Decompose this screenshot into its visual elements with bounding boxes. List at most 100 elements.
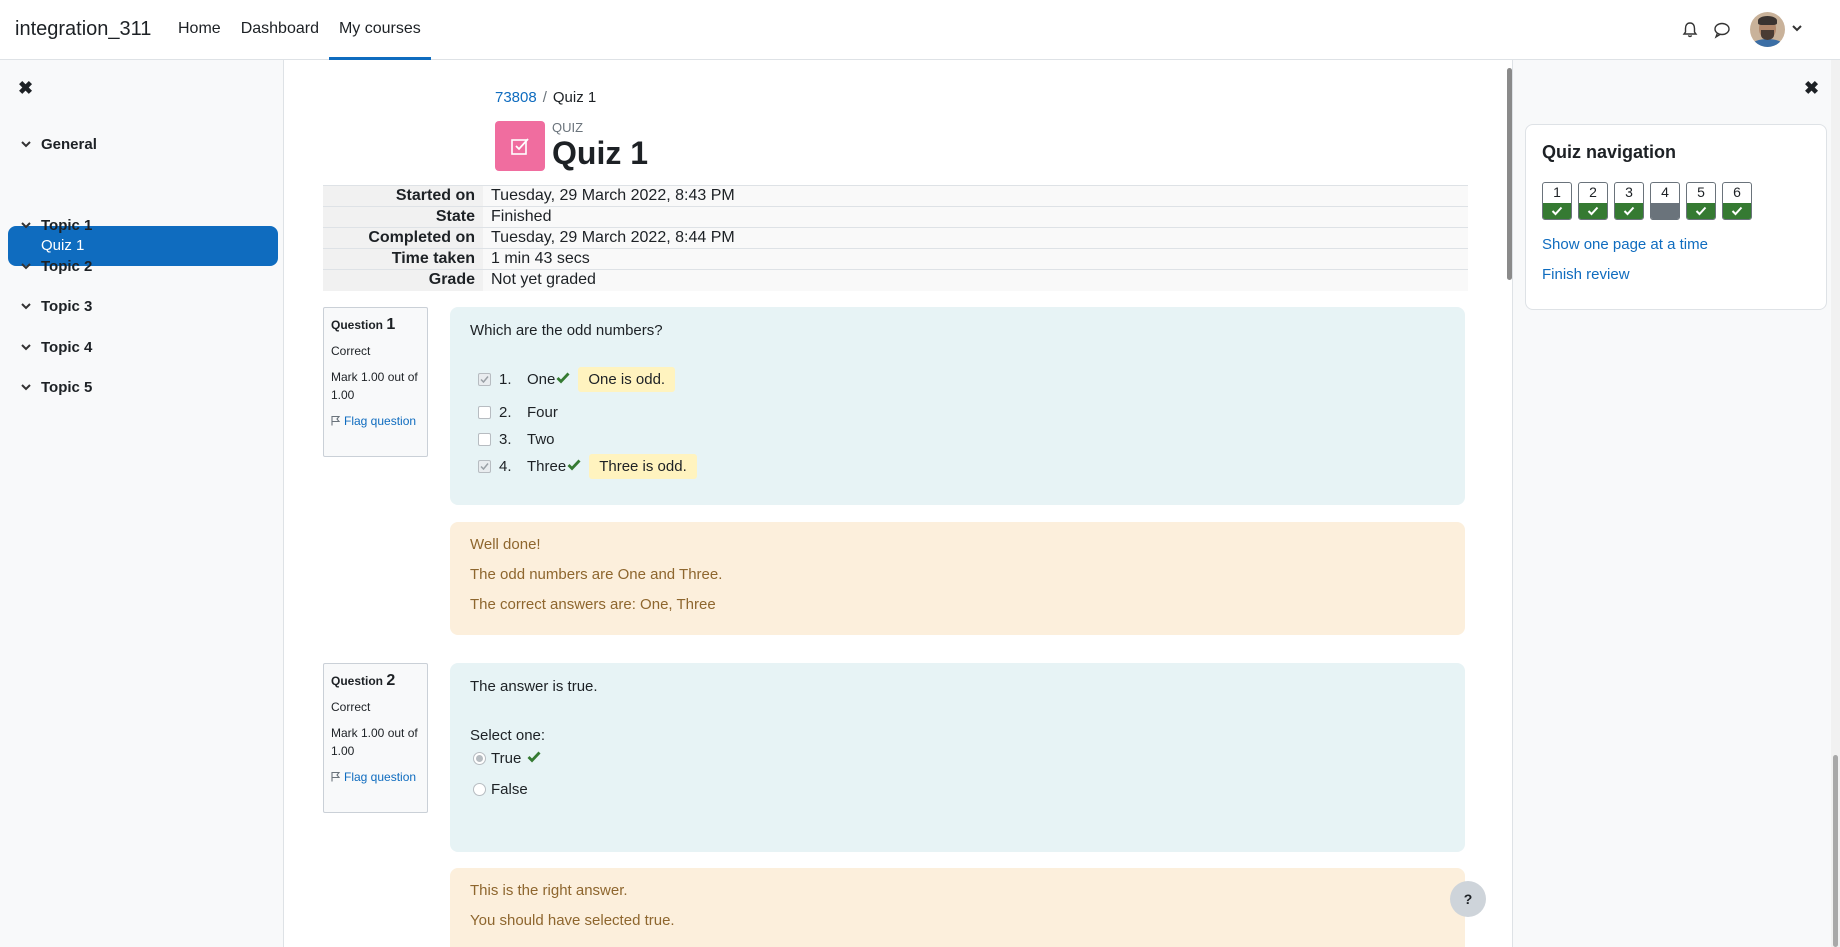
user-menu[interactable] [1750, 12, 1803, 47]
main-content: 73808/Quiz 1 QUIZ Quiz 1 Started on Tuesd… [285, 60, 1505, 947]
answer-text: Two [527, 431, 555, 448]
quiz-nav-button-3[interactable]: 3 [1614, 182, 1644, 220]
answer-text: One [527, 371, 556, 388]
chevron-down-icon[interactable] [20, 136, 34, 153]
section-label: Topic 2 [41, 258, 93, 275]
bell-icon[interactable] [1680, 20, 1700, 40]
summary-label: State [323, 206, 483, 228]
chevron-down-icon[interactable] [20, 298, 34, 315]
quiz-navigation-block: Quiz navigation 1 2 3 4 5 6 Show one pag… [1525, 124, 1827, 310]
quiz-nav-button-2[interactable]: 2 [1578, 182, 1608, 220]
question-1-info: Question 1 Correct Mark 1.00 out of 1.00… [323, 307, 428, 457]
nav-dashboard[interactable]: Dashboard [231, 0, 329, 60]
summary-value: 1 min 43 secs [483, 248, 1468, 270]
help-button[interactable]: ? [1450, 881, 1486, 917]
question-1-content: Which are the odd numbers? 1. One One is… [450, 307, 1465, 505]
answer-text: True [491, 750, 522, 767]
answer-option[interactable]: 4. Three Three is odd. [478, 454, 697, 479]
nav-my-courses[interactable]: My courses [328, 0, 431, 60]
select-prompt: Select one: [470, 727, 546, 744]
site-name[interactable]: integration_311 [15, 18, 151, 41]
question-state: Correct [331, 344, 371, 358]
section-topic-1[interactable]: Topic 1 [20, 217, 92, 234]
feedback-line: This is the right answer. [470, 882, 628, 899]
section-topic-2[interactable]: Topic 2 [20, 258, 92, 275]
flag-question-link[interactable]: Flag question [331, 412, 420, 430]
summary-row: Grade Not yet graded [323, 269, 1468, 291]
close-drawer-icon[interactable]: ✖ [18, 78, 33, 99]
answer-radio[interactable] [473, 752, 486, 765]
flag-question-link[interactable]: Flag question [331, 768, 420, 786]
answer-text: Four [527, 404, 558, 421]
section-topic-5[interactable]: Topic 5 [20, 379, 92, 396]
chevron-down-icon[interactable] [20, 339, 34, 356]
feedback-line: The correct answers are: One, Three [470, 596, 716, 613]
flag-icon [331, 771, 341, 782]
summary-value: Tuesday, 29 March 2022, 8:43 PM [483, 185, 1468, 207]
answer-text: False [491, 781, 528, 798]
top-navbar: integration_311 Home Dashboard My course… [0, 0, 1840, 60]
chat-icon[interactable] [1712, 20, 1732, 40]
question-2-content: The answer is true. Select one: True Fal… [450, 663, 1465, 852]
section-topic-3[interactable]: Topic 3 [20, 298, 92, 315]
answer-checkbox[interactable] [478, 406, 491, 419]
summary-label: Grade [323, 269, 483, 291]
question-2-info: Question 2 Correct Mark 1.00 out of 1.00… [323, 663, 428, 813]
summary-row: State Finished [323, 206, 1468, 228]
answer-checkbox[interactable] [478, 460, 491, 473]
show-one-page-link[interactable]: Show one page at a time [1542, 236, 1708, 253]
quiz-nav-button-6[interactable]: 6 [1722, 182, 1752, 220]
page-scrollbar[interactable] [1831, 60, 1840, 947]
question-number: Question 1 [331, 316, 396, 333]
breadcrumb-course-link[interactable]: 73808 [495, 89, 537, 106]
attempt-summary-table: Started on Tuesday, 29 March 2022, 8:43 P… [323, 185, 1468, 291]
answer-number: 4. [499, 458, 512, 475]
answer-radio[interactable] [473, 783, 486, 796]
question-mark: Mark 1.00 out of 1.00 [331, 370, 418, 402]
chevron-down-icon[interactable] [20, 217, 34, 234]
activity-type-label: QUIZ [552, 120, 584, 135]
chevron-down-icon[interactable] [20, 379, 34, 396]
quiz-nav-button-5[interactable]: 5 [1686, 182, 1716, 220]
summary-label: Time taken [323, 248, 483, 270]
answer-option[interactable]: False [473, 781, 528, 798]
section-topic-4[interactable]: Topic 4 [20, 339, 92, 356]
nav-home[interactable]: Home [168, 0, 231, 60]
quiz-nav-button-1[interactable]: 1 [1542, 182, 1572, 220]
chevron-down-icon[interactable] [20, 258, 34, 275]
summary-row: Started on Tuesday, 29 March 2022, 8:43 P… [323, 185, 1468, 207]
summary-label: Started on [323, 185, 483, 207]
close-drawer-icon[interactable]: ✖ [1804, 78, 1819, 99]
summary-value: Tuesday, 29 March 2022, 8:44 PM [483, 227, 1468, 249]
answer-option[interactable]: True [473, 750, 541, 767]
flag-icon [331, 415, 341, 426]
breadcrumb-current: Quiz 1 [552, 89, 597, 106]
summary-label: Completed on [323, 227, 483, 249]
breadcrumb: 73808/Quiz 1 [495, 89, 597, 106]
answer-option[interactable]: 3. Two [478, 431, 555, 448]
block-title: Quiz navigation [1542, 142, 1677, 162]
answer-option[interactable]: 1. One One is odd. [478, 367, 676, 392]
question-text: The answer is true. [470, 678, 598, 695]
finish-review-link[interactable]: Finish review [1542, 266, 1630, 283]
answer-option[interactable]: 2. Four [478, 404, 558, 421]
question-number: Question 2 [331, 672, 396, 689]
check-icon [556, 371, 570, 388]
primary-navigation: Home Dashboard My courses [168, 0, 431, 60]
section-general[interactable]: General [20, 136, 97, 153]
avatar[interactable] [1750, 12, 1785, 47]
answer-number: 1. [499, 371, 512, 388]
check-icon [1579, 203, 1607, 219]
chevron-down-icon[interactable] [1791, 21, 1803, 39]
answer-checkbox[interactable] [478, 433, 491, 446]
check-icon [1723, 203, 1751, 219]
specific-feedback: Three is odd. [589, 454, 697, 479]
page-title: Quiz 1 [552, 135, 649, 171]
answer-number: 2. [499, 404, 512, 421]
section-label: Topic 4 [41, 339, 93, 356]
section-label: Topic 5 [41, 379, 93, 396]
feedback-line: You should have selected true. [470, 912, 675, 929]
check-icon [1615, 203, 1643, 219]
quiz-nav-button-4[interactable]: 4 [1650, 182, 1680, 220]
answer-checkbox[interactable] [478, 373, 491, 386]
